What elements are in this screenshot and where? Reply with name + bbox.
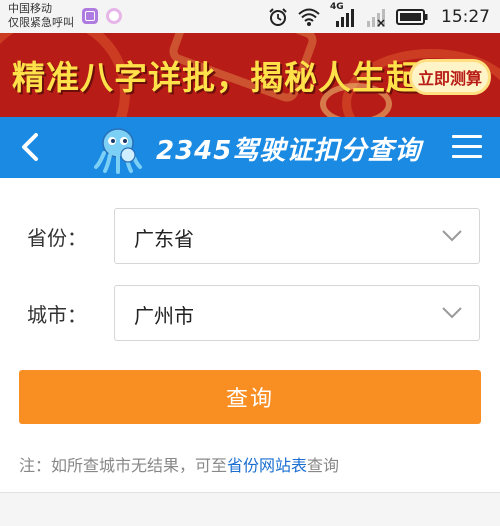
cell-signal-4g: 4G xyxy=(330,2,356,28)
no-sim-signal-icon xyxy=(367,8,385,27)
hamburger-menu-icon[interactable] xyxy=(452,133,482,161)
battery-icon xyxy=(396,8,428,25)
chevron-down-icon xyxy=(442,230,462,242)
query-button[interactable]: 查询 xyxy=(19,370,481,424)
hint-note: 注：如所查城市无结果，可至省份网站表查询 xyxy=(19,452,339,476)
octopus-mascot-logo xyxy=(94,128,142,174)
emergency-call-text: 仅限紧急呼叫 xyxy=(8,16,74,29)
wifi-icon xyxy=(298,8,320,26)
note-prefix: 注：如所查城市无结果，可至 xyxy=(19,456,228,475)
alarm-clock-icon xyxy=(269,7,287,26)
province-row: 省份： 广东省 xyxy=(0,208,500,264)
province-label: 省份： xyxy=(27,226,87,250)
note-suffix: 查询 xyxy=(307,456,340,475)
app-notification-icon xyxy=(106,8,122,24)
clock-time: 15:27 xyxy=(441,6,490,27)
gallery-notification-icon xyxy=(82,8,98,24)
app-header: 2345驾驶证扣分查询 xyxy=(0,117,500,178)
signal-bars-icon xyxy=(336,8,354,27)
city-label: 城市： xyxy=(27,303,87,327)
city-select[interactable]: 广州市 xyxy=(114,285,480,341)
province-select[interactable]: 广东省 xyxy=(114,208,480,264)
city-selected-value: 广州市 xyxy=(134,304,194,328)
chevron-down-icon xyxy=(442,307,462,319)
page-title: 2345驾驶证扣分查询 xyxy=(156,136,422,166)
status-icons: 4G 15:27 xyxy=(268,0,490,33)
status-bar: 中国移动 仅限紧急呼叫 4G 15:27 xyxy=(0,0,500,33)
carrier-name: 中国移动 xyxy=(8,2,52,15)
carrier-info: 中国移动 仅限紧急呼叫 xyxy=(8,2,74,30)
city-row: 城市： 广州市 xyxy=(0,285,500,341)
banner-slogan: 精准八字详批，揭秘人生起伏 xyxy=(12,58,454,97)
ad-banner[interactable]: 精准八字详批，揭秘人生起伏 立即测算 xyxy=(0,33,500,117)
province-website-link[interactable]: 省份网站表 xyxy=(227,456,307,475)
province-selected-value: 广东省 xyxy=(134,227,194,251)
footer-divider xyxy=(0,492,500,526)
chevron-left-icon[interactable] xyxy=(14,130,48,164)
banner-action-button[interactable]: 立即测算 xyxy=(409,59,491,95)
